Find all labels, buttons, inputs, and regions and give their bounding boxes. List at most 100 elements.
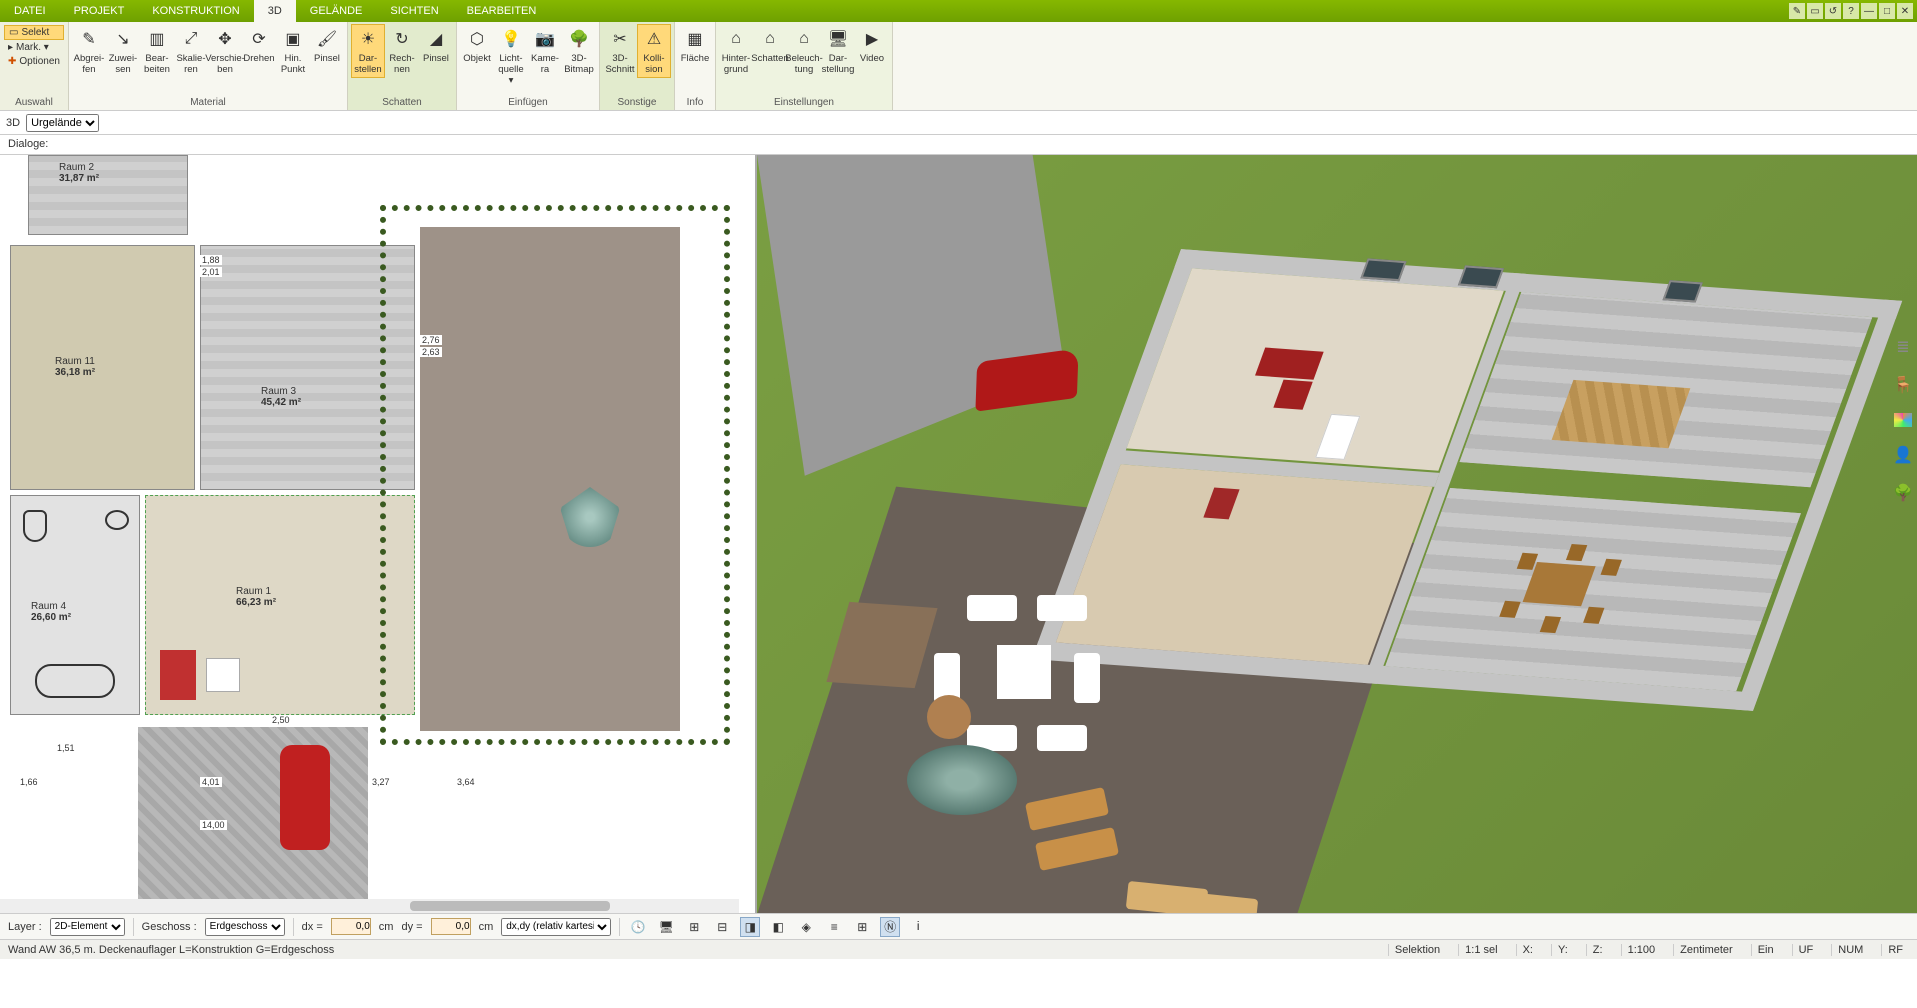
grid-icon[interactable]: ⊞ [852,917,872,937]
drehen-icon: ⟳ [247,27,271,51]
layers-icon[interactable]: ≣ [1893,337,1913,357]
snap6-icon[interactable]: ≡ [824,917,844,937]
skalieren-button[interactable]: ⤢Skalie- ren [174,24,208,78]
dy-input[interactable] [431,918,471,935]
ribbon-button-label: Hinter- grund [722,53,751,75]
main-split: Raum 231,87 m² Raum 1136,18 m² Raum 345,… [0,155,1917,913]
tab-sichten[interactable]: SICHTEN [376,0,452,22]
coord-mode-select[interactable]: dx,dy (relativ kartesisch) [501,918,611,936]
dimension-label: 2,76 [420,335,442,345]
table-icon [206,658,240,692]
licht-button[interactable]: 💡Licht- quelle ▾ [494,24,528,89]
2d-floorplan-pane[interactable]: Raum 231,87 m² Raum 1136,18 m² Raum 345,… [0,155,757,913]
furniture-icon[interactable]: 🪑 [1893,375,1913,395]
snap4-icon[interactable]: ◧ [768,917,788,937]
form-icon[interactable]: ▭ [1807,3,1823,19]
ribbon-group-einfuegen: ⬡Objekt💡Licht- quelle ▾📷Kame- ra🌳3D- Bit… [457,22,600,110]
optionen-button[interactable]: ✚ Optionen [4,55,64,68]
dimension-label: 3,64 [455,777,477,787]
dialoge-bar: Dialoge: [0,135,1917,155]
objekt-button[interactable]: ⬡Objekt [460,24,494,67]
snap1-icon[interactable]: ⊞ [684,917,704,937]
tab-3d[interactable]: 3D [254,0,296,22]
bmp3d-button[interactable]: 🌳3D- Bitmap [562,24,596,78]
tab-datei[interactable]: DATEI [0,0,60,22]
tree-icon[interactable]: 🌳 [1893,483,1913,503]
dimension-label: 2,50 [270,715,292,725]
h-scrollbar[interactable] [0,899,739,913]
umbrella-3d [907,745,1017,815]
close-icon[interactable]: ✕ [1897,3,1913,19]
ribbon-button-label: Kame- ra [531,53,559,75]
video-button[interactable]: ▶Video [855,24,889,67]
hintergrund-button[interactable]: ⌂Hinter- grund [719,24,753,78]
verschieben-button[interactable]: ✥Verschie- ben [208,24,242,78]
room-label: Raum 1136,18 m² [55,356,95,378]
drehen-button[interactable]: ⟳ Drehen [242,24,276,67]
geschoss-select[interactable]: Erdgeschoss [205,918,285,936]
kollision-button[interactable]: ⚠Kolli- sion [637,24,671,78]
north-icon[interactable]: Ⓝ [880,917,900,937]
hinpunkt-button[interactable]: ▣Hin. Punkt [276,24,310,78]
darstellung-icon: 🖥 [826,27,850,51]
dimension-label: 1,66 [18,777,40,787]
help-icon[interactable]: ? [1843,3,1859,19]
objekt-icon: ⬡ [465,27,489,51]
ribbon-button-label: Hin. Punkt [281,53,305,75]
tab-gelaende[interactable]: GELÄNDE [296,0,377,22]
clock-icon[interactable]: 🕓 [628,917,648,937]
darstellen-icon: ☀ [356,27,380,51]
status-num: NUM [1831,944,1869,956]
terrain-select[interactable]: Urgelände [26,114,99,132]
darstellung-button[interactable]: 🖥Dar- stellung [821,24,855,78]
flaeche-icon: ▦ [683,27,707,51]
history-icon[interactable]: ↺ [1825,3,1841,19]
layer-select[interactable]: 2D-Element [50,918,125,936]
snap3-icon[interactable]: ◨ [740,917,760,937]
dimension-label: 4,01 [200,777,222,787]
schatten2-button[interactable]: ⌂Schatten [753,24,787,67]
ribbon-group-info: ▦Fläche Info [675,22,716,110]
dx-input[interactable] [331,918,371,935]
ribbon-button-label: Drehen [243,53,274,64]
3d-view-pane[interactable] [757,155,1917,913]
selekt-button[interactable]: ▭ Selekt [4,25,64,40]
bathtub-icon [35,664,115,698]
cursor-icon[interactable]: Ꭵ [908,917,928,937]
tab-konstruktion[interactable]: KONSTRUKTION [138,0,253,22]
minimize-icon[interactable]: — [1861,3,1877,19]
bearbeiten-button[interactable]: ▥Bear- beiten [140,24,174,78]
flaeche-button[interactable]: ▦Fläche [678,24,712,67]
tab-projekt[interactable]: PROJEKT [60,0,139,22]
monitor-icon[interactable]: 🖥 [656,917,676,937]
schnitt3d-button[interactable]: ✂3D- Schnitt [603,24,637,78]
kamera-button[interactable]: 📷Kame- ra [528,24,562,78]
rechnen-button[interactable]: ↻Rech- nen [385,24,419,78]
room-label: Raum 231,87 m² [59,162,99,184]
snap2-icon[interactable]: ⊟ [712,917,732,937]
pinsel-button[interactable]: 🖌Pinsel [310,24,344,67]
pinsel2-button[interactable]: ◢Pinsel [419,24,453,67]
maximize-icon[interactable]: □ [1879,3,1895,19]
tab-bearbeiten[interactable]: BEARBEITEN [453,0,551,22]
menubar: DATEI PROJEKT KONSTRUKTION 3D GELÄNDE SI… [0,0,1917,22]
ribbon-button-label: Zuwei- sen [109,53,138,75]
mark-button[interactable]: ▸ Mark. ▾ [4,41,64,54]
pin-icon[interactable]: ✎ [1789,3,1805,19]
colors-icon[interactable] [1894,413,1912,427]
dimension-label: 1,51 [55,743,77,753]
ribbon-button-label: Abgrei- fen [74,53,105,75]
snap5-icon[interactable]: ◈ [796,917,816,937]
person-icon[interactable]: 👤 [1893,445,1913,465]
status-bar: Wand AW 36,5 m. Deckenauflager L=Konstru… [0,939,1917,959]
beleuchtung-button[interactable]: ⌂Beleuch- tung [787,24,821,78]
dy-unit: cm [479,921,494,933]
darstellen-button[interactable]: ☀Dar- stellen [351,24,385,78]
schnitt3d-icon: ✂ [608,27,632,51]
abgreifen-button[interactable]: ✎Abgrei- fen [72,24,106,78]
layer-label: Layer : [8,921,42,933]
ribbon-group-material: ✎Abgrei- fen↘Zuwei- sen▥Bear- beiten⤢Ska… [69,22,348,110]
zuweisen-button[interactable]: ↘Zuwei- sen [106,24,140,78]
room-label: Raum 345,42 m² [261,386,301,408]
pinsel2-icon: ◢ [424,27,448,51]
